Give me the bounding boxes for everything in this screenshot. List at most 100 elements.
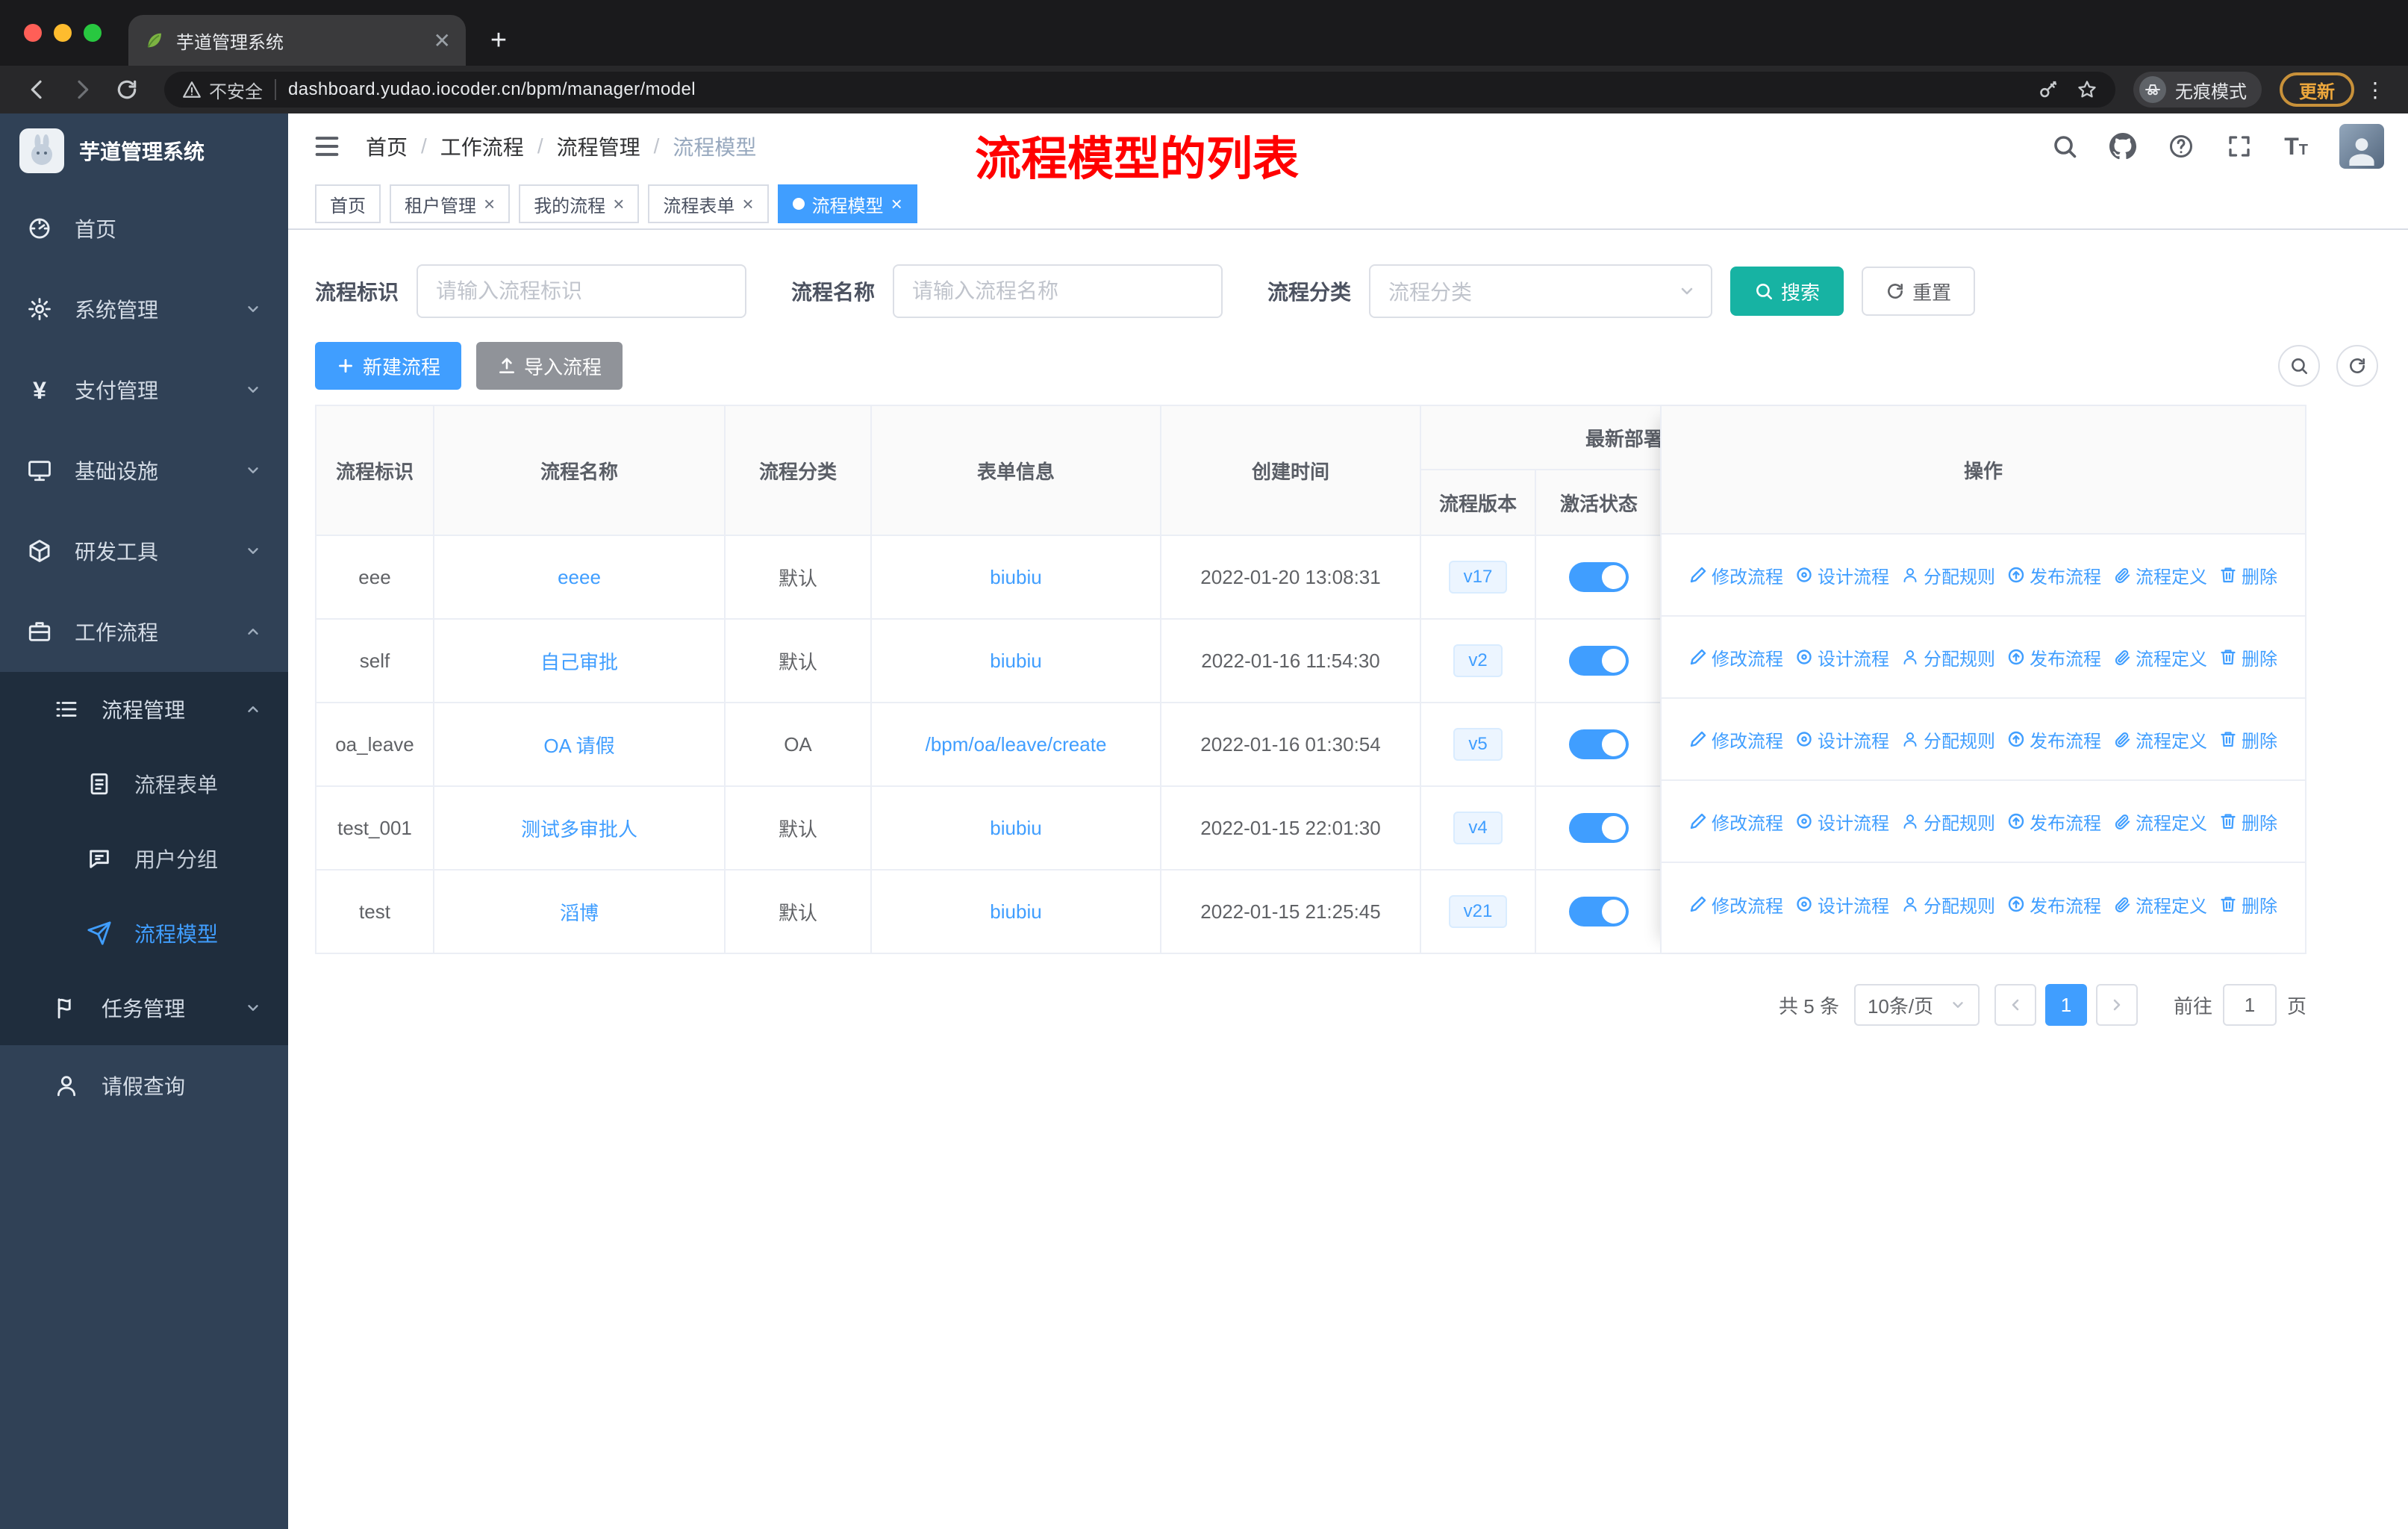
reload-icon[interactable] (107, 70, 146, 109)
back-icon[interactable] (18, 70, 57, 109)
form-info-link[interactable]: biubiu (990, 566, 1041, 589)
search-icon[interactable] (2051, 133, 2078, 160)
sidebar-item-system[interactable]: 系统管理 (0, 269, 288, 349)
action-publish[interactable]: 发布流程 (2007, 891, 2101, 918)
browser-menu-icon[interactable]: ⋮ (2360, 78, 2390, 102)
fullscreen-icon[interactable] (2226, 133, 2253, 160)
close-icon[interactable]: × (891, 194, 902, 214)
tag-home[interactable]: 首页 (315, 184, 381, 223)
sidebar-item-user-group[interactable]: 用户分组 (0, 821, 288, 896)
github-icon[interactable] (2109, 133, 2136, 160)
help-icon[interactable] (2168, 133, 2195, 160)
action-design[interactable]: 设计流程 (1795, 891, 1889, 918)
sidebar-item-process-form[interactable]: 流程表单 (0, 747, 288, 821)
action-publish[interactable]: 发布流程 (2007, 809, 2101, 835)
sidebar-item-leave-query[interactable]: 请假查询 (0, 1045, 288, 1126)
page-size-select[interactable]: 10条/页 (1853, 984, 1980, 1026)
action-edit[interactable]: 修改流程 (1689, 809, 1783, 835)
action-design[interactable]: 设计流程 (1795, 809, 1889, 835)
active-toggle[interactable] (1569, 562, 1629, 592)
form-info-link[interactable]: /bpm/oa/leave/create (926, 733, 1107, 756)
browser-update-button[interactable]: 更新 (2280, 72, 2354, 107)
sidebar-item-task-mgmt[interactable]: 任务管理 (0, 971, 288, 1045)
current-page-button[interactable]: 1 (2044, 984, 2087, 1026)
reset-button[interactable]: 重置 (1862, 267, 1976, 316)
tag-process-model[interactable]: 流程模型 × (777, 184, 917, 223)
action-trash[interactable]: 删除 (2219, 562, 2277, 588)
sidebar-item-payment[interactable]: ¥ 支付管理 (0, 349, 288, 430)
active-toggle[interactable] (1569, 729, 1629, 759)
action-assign-user[interactable]: 分配规则 (1901, 809, 1995, 835)
goto-page-input[interactable] (2222, 984, 2277, 1026)
process-name-link[interactable]: 滔博 (560, 898, 599, 926)
action-assign-user[interactable]: 分配规则 (1901, 891, 1995, 918)
window-zoom-button[interactable] (84, 24, 102, 42)
browser-tab[interactable]: 芋道管理系统 ✕ (128, 15, 466, 66)
key-icon[interactable] (2038, 79, 2059, 100)
process-name-input[interactable] (893, 264, 1223, 318)
process-name-link[interactable]: eeee (558, 566, 601, 589)
hamburger-icon[interactable] (312, 131, 342, 161)
action-edit[interactable]: 修改流程 (1689, 891, 1783, 918)
action-publish[interactable]: 发布流程 (2007, 644, 2101, 670)
action-trash[interactable]: 删除 (2219, 891, 2277, 918)
process-name-link[interactable]: OA 请假 (543, 731, 614, 759)
import-process-button[interactable]: 导入流程 (476, 342, 623, 390)
active-toggle[interactable] (1569, 813, 1629, 843)
create-process-button[interactable]: 新建流程 (315, 342, 462, 390)
action-trash[interactable]: 删除 (2219, 644, 2277, 670)
sidebar-item-home[interactable]: 首页 (0, 188, 288, 269)
url-bar[interactable]: 不安全 dashboard.yudao.iocoder.cn/bpm/manag… (164, 72, 2115, 108)
refresh-table-button[interactable] (2336, 345, 2378, 387)
sidebar-item-process-mgmt[interactable]: 流程管理 (0, 672, 288, 747)
sidebar-item-process-model[interactable]: 流程模型 (0, 896, 288, 971)
prev-page-button[interactable] (1994, 984, 2036, 1026)
action-edit[interactable]: 修改流程 (1689, 644, 1783, 670)
tag-process-form[interactable]: 流程表单 × (648, 184, 769, 223)
action-design[interactable]: 设计流程 (1795, 562, 1889, 588)
close-icon[interactable]: × (484, 194, 495, 214)
close-icon[interactable]: × (613, 194, 624, 214)
form-info-link[interactable]: biubiu (990, 900, 1041, 924)
forward-icon[interactable] (63, 70, 102, 109)
action-definition-link[interactable]: 流程定义 (2113, 809, 2207, 835)
process-key-input[interactable] (417, 264, 747, 318)
sidebar-item-workflow[interactable]: 工作流程 (0, 591, 288, 672)
action-trash[interactable]: 删除 (2219, 726, 2277, 753)
window-close-button[interactable] (24, 24, 42, 42)
next-page-button[interactable] (2095, 984, 2138, 1026)
action-design[interactable]: 设计流程 (1795, 644, 1889, 670)
tag-my-process[interactable]: 我的流程 × (519, 184, 640, 223)
font-size-icon[interactable]: TT (2284, 134, 2308, 158)
search-button[interactable]: 搜索 (1730, 267, 1844, 316)
action-assign-user[interactable]: 分配规则 (1901, 562, 1995, 588)
security-chip[interactable]: 不安全 (182, 77, 263, 103)
breadcrumb-item[interactable]: 工作流程 (440, 131, 524, 161)
breadcrumb-item[interactable]: 流程管理 (557, 131, 640, 161)
action-publish[interactable]: 发布流程 (2007, 726, 2101, 753)
action-edit[interactable]: 修改流程 (1689, 562, 1783, 588)
category-select[interactable]: 流程分类 (1369, 264, 1713, 318)
breadcrumb-item[interactable]: 首页 (366, 131, 408, 161)
action-assign-user[interactable]: 分配规则 (1901, 644, 1995, 670)
user-avatar[interactable] (2339, 124, 2384, 169)
new-tab-button[interactable]: + (478, 19, 520, 61)
toggle-search-button[interactable] (2278, 345, 2320, 387)
process-name-link[interactable]: 自己审批 (540, 647, 618, 675)
action-definition-link[interactable]: 流程定义 (2113, 891, 2207, 918)
action-design[interactable]: 设计流程 (1795, 726, 1889, 753)
action-definition-link[interactable]: 流程定义 (2113, 726, 2207, 753)
sidebar-item-devtools[interactable]: 研发工具 (0, 511, 288, 591)
active-toggle[interactable] (1569, 646, 1629, 676)
tab-close-icon[interactable]: ✕ (434, 28, 451, 53)
sidebar-item-infra[interactable]: 基础设施 (0, 430, 288, 511)
action-assign-user[interactable]: 分配规则 (1901, 726, 1995, 753)
action-definition-link[interactable]: 流程定义 (2113, 562, 2207, 588)
action-edit[interactable]: 修改流程 (1689, 726, 1783, 753)
close-icon[interactable]: × (742, 194, 753, 214)
action-publish[interactable]: 发布流程 (2007, 562, 2101, 588)
bookmark-star-icon[interactable] (2077, 79, 2097, 100)
action-trash[interactable]: 删除 (2219, 809, 2277, 835)
tag-tenant[interactable]: 租户管理 × (390, 184, 511, 223)
window-minimize-button[interactable] (54, 24, 72, 42)
